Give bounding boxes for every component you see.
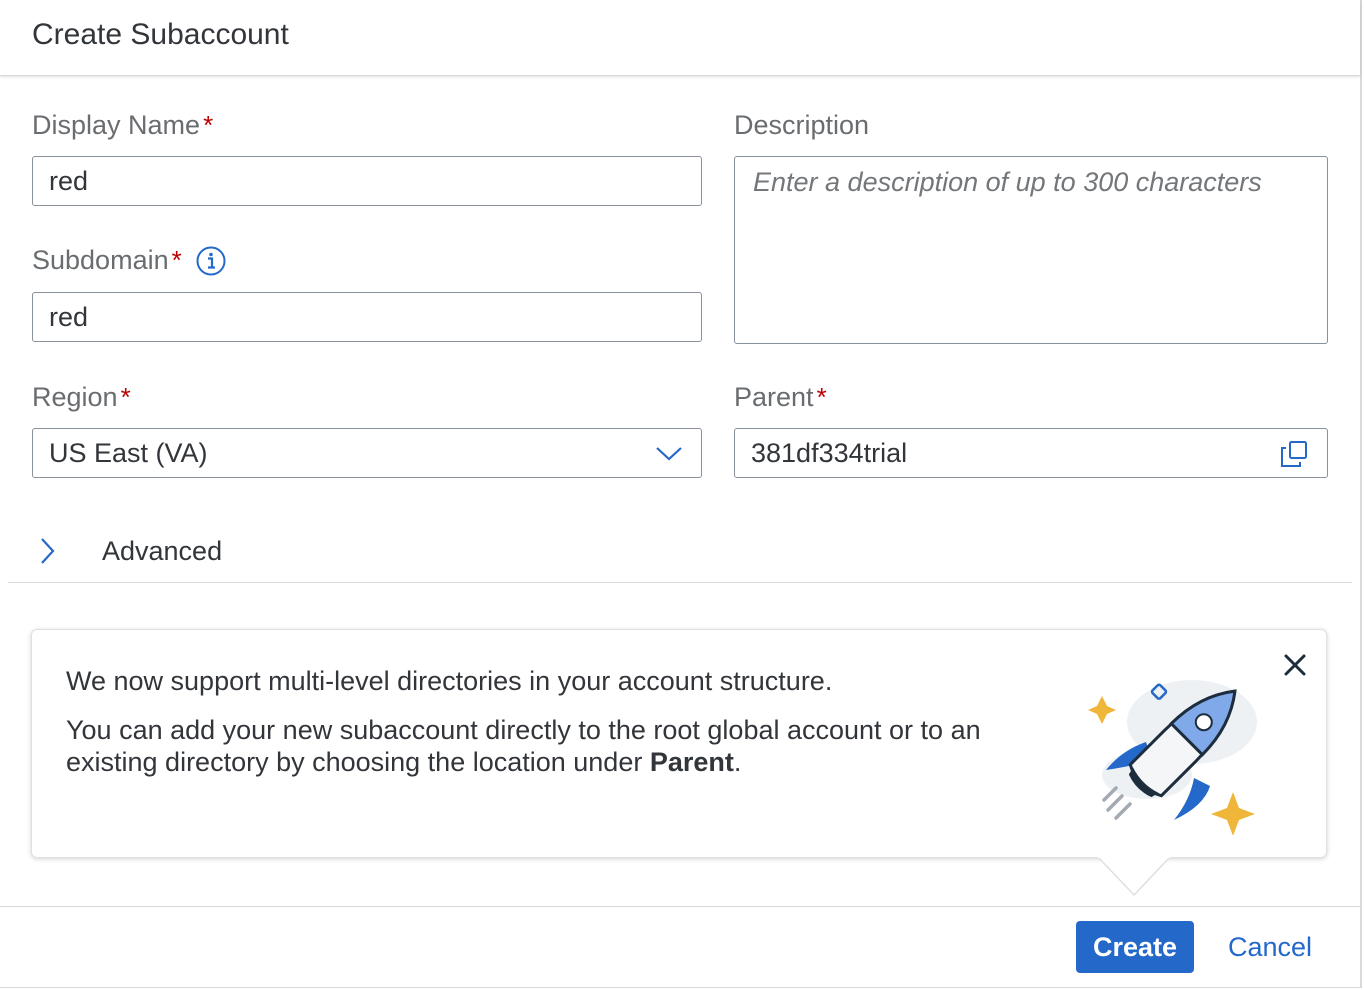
parent-value: 381df334trial xyxy=(751,437,908,468)
region-label: Region * xyxy=(32,382,131,413)
display-name-input[interactable]: red xyxy=(32,156,702,206)
parent-label-text: Parent xyxy=(734,382,814,412)
banner-body: You can add your new subaccount directly… xyxy=(66,714,1046,778)
banner-pointer xyxy=(1098,845,1170,897)
subdomain-label-text: Subdomain xyxy=(32,245,169,275)
required-asterisk: * xyxy=(120,382,131,412)
advanced-label: Advanced xyxy=(102,535,223,566)
parent-input[interactable]: 381df334trial xyxy=(734,428,1328,478)
info-icon[interactable] xyxy=(196,246,226,276)
region-label-text: Region xyxy=(32,382,118,412)
subdomain-input[interactable]: red xyxy=(32,292,702,342)
chevron-down-icon[interactable] xyxy=(655,443,683,463)
dialog-title: Create Subaccount xyxy=(32,18,289,51)
info-banner: We now support multi-level directories i… xyxy=(31,629,1327,858)
display-name-label-text: Display Name xyxy=(32,110,201,140)
display-name-label: Display Name * xyxy=(32,110,213,141)
subdomain-label: Subdomain * xyxy=(32,245,226,276)
chevron-right-icon[interactable] xyxy=(36,536,58,566)
region-select[interactable]: US East (VA) xyxy=(32,428,702,478)
banner-headline: We now support multi-level directories i… xyxy=(66,666,833,696)
cancel-button[interactable]: Cancel xyxy=(1214,921,1326,973)
banner-parent-emphasis: Parent xyxy=(649,747,734,777)
required-asterisk: * xyxy=(816,382,827,412)
region-value: US East (VA) xyxy=(49,437,208,468)
description-textarea[interactable]: Enter a description of up to 300 charact… xyxy=(734,156,1328,344)
banner-body-suffix: . xyxy=(733,747,742,777)
create-button[interactable]: Create xyxy=(1076,921,1194,973)
dialog-footer: Create Cancel xyxy=(0,906,1360,987)
section-divider xyxy=(8,582,1352,583)
description-label-text: Description xyxy=(734,110,870,140)
rocket-illustration xyxy=(1088,680,1257,835)
subdomain-value: red xyxy=(49,301,89,332)
required-asterisk: * xyxy=(203,110,214,140)
copy-icon[interactable] xyxy=(1279,439,1309,469)
dialog-header: Create Subaccount xyxy=(0,0,1360,76)
description-label: Description xyxy=(734,110,869,141)
display-name-value: red xyxy=(49,165,89,196)
close-icon[interactable] xyxy=(1280,650,1310,680)
parent-label: Parent * xyxy=(734,382,827,413)
description-placeholder: Enter a description of up to 300 charact… xyxy=(753,167,1262,197)
required-asterisk: * xyxy=(171,245,182,275)
advanced-toggle[interactable]: Advanced xyxy=(36,533,222,569)
create-subaccount-dialog: Create Subaccount Display Name * red Des… xyxy=(0,0,1362,988)
banner-body-text: You can add your new subaccount directly… xyxy=(66,715,981,777)
